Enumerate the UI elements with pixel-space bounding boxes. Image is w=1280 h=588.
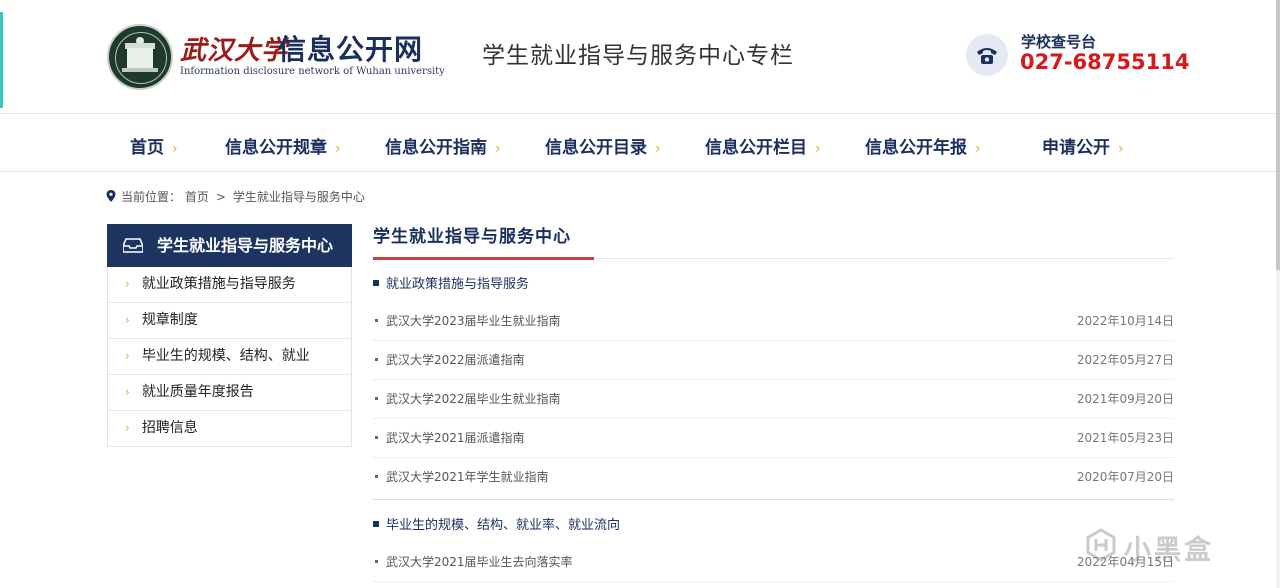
list-item-date: 2020年07月20日	[1076, 470, 1174, 484]
list-item-date: 2022年10月14日	[1076, 314, 1174, 328]
watermark-text: 小黑盒	[1124, 535, 1214, 566]
square-bullet-icon	[373, 280, 379, 286]
chevron-right-icon: ›	[815, 141, 821, 157]
list-item-link[interactable]: 武汉大学2022届毕业生就业指南	[386, 392, 561, 406]
sidebar-item-rules[interactable]: › 规章制度	[108, 302, 351, 338]
list-item: 武汉大学2023届毕业生就业指南 2022年10月14日	[373, 302, 1174, 341]
section-heading: 毕业生的规模、结构、就业率、就业流向	[373, 515, 1174, 537]
list-item-link[interactable]: 武汉大学2022届派遣指南	[386, 353, 525, 367]
location-pin-icon	[106, 190, 116, 202]
nav-item-guide[interactable]: 信息公开指南 ›	[385, 133, 501, 158]
breadcrumb-home-link[interactable]: 首页	[185, 190, 209, 204]
sidebar-item-recruitment[interactable]: › 招聘信息	[108, 410, 351, 446]
page-title-text: 学生就业指导与服务中心	[373, 227, 571, 247]
sidebar-item-label: 招聘信息	[141, 420, 198, 436]
phone-label: 学校查号台	[1021, 33, 1097, 51]
sidebar-title: 学生就业指导与服务中心	[107, 224, 352, 267]
bullet-dot-icon	[375, 319, 378, 322]
bullet-dot-icon	[375, 475, 378, 478]
chevron-right-icon: ›	[335, 141, 341, 157]
nav-item-label: 信息公开年报	[865, 138, 967, 158]
nav-item-label: 申请公开	[1042, 138, 1110, 158]
sidebar-title-text: 学生就业指导与服务中心	[157, 236, 334, 255]
chevron-right-icon: ›	[125, 385, 130, 399]
list-item: 武汉大学2022届毕业生就业指南 2021年09月20日	[373, 380, 1174, 419]
telephone-icon	[966, 34, 1008, 76]
chevron-right-icon: ›	[125, 277, 130, 291]
sidebar-item-label: 就业质量年度报告	[141, 384, 254, 400]
list-item: 武汉大学2021届毕业生去向落实率 2022年04月15日	[373, 543, 1174, 582]
nav-item-label: 信息公开规章	[225, 138, 327, 158]
section-heading: 就业政策措施与指导服务	[373, 274, 1174, 296]
breadcrumb-prefix: 当前位置：	[121, 190, 182, 204]
chevron-right-icon: ›	[172, 141, 178, 157]
bullet-dot-icon	[375, 436, 378, 439]
scrollbar-thumb[interactable]	[1276, 0, 1280, 270]
nav-item-label: 首页	[130, 138, 164, 158]
nav-item-label: 信息公开指南	[385, 138, 487, 158]
section-heading-link[interactable]: 就业政策措施与指导服务	[386, 277, 529, 292]
sidebar: 学生就业指导与服务中心 › 就业政策措施与指导服务 › 规章制度 › 毕业生的规模、结…	[107, 224, 352, 447]
bullet-dot-icon	[375, 358, 378, 361]
chevron-right-icon: ›	[125, 421, 130, 435]
chevron-right-icon: ›	[125, 313, 130, 327]
breadcrumb-current[interactable]: 学生就业指导与服务中心	[233, 190, 365, 204]
nav-item-columns[interactable]: 信息公开栏目 ›	[705, 133, 821, 158]
nav-item-catalog[interactable]: 信息公开目录 ›	[545, 133, 661, 158]
chevron-right-icon: ›	[125, 349, 130, 363]
nav-item-label: 信息公开目录	[545, 138, 647, 158]
sidebar-item-label: 就业政策措施与指导服务	[141, 276, 296, 292]
bullet-dot-icon	[375, 560, 378, 563]
nav-item-regulations[interactable]: 信息公开规章 ›	[225, 133, 341, 158]
site-header: 武汉大学 信息公开网 Information disclosure networ…	[0, 0, 1276, 112]
university-emblem-icon[interactable]	[107, 24, 173, 90]
list-item-date: 2021年09月20日	[1076, 392, 1174, 406]
chevron-right-icon: ›	[655, 141, 661, 157]
nav-item-apply[interactable]: 申请公开 ›	[1042, 133, 1124, 158]
nav-item-home[interactable]: 首页 ›	[130, 133, 178, 158]
list-item-link[interactable]: 武汉大学2023届毕业生就业指南	[386, 314, 561, 328]
chevron-right-icon: ›	[495, 141, 501, 157]
list-item-link[interactable]: 武汉大学2021年学生就业指南	[386, 470, 549, 484]
main-nav: 首页 › 信息公开规章 › 信息公开指南 › 信息公开目录 › 信息公开栏目 › 信息公开…	[0, 113, 1276, 172]
chevron-right-icon: ›	[1118, 141, 1124, 157]
section-heading-link[interactable]: 毕业生的规模、结构、就业率、就业流向	[386, 518, 620, 533]
square-bullet-icon	[373, 521, 379, 527]
inbox-icon	[123, 238, 143, 253]
page-title: 学生就业指导与服务中心	[373, 224, 1174, 260]
sidebar-item-label: 规章制度	[141, 312, 198, 328]
sidebar-item-graduate-stats[interactable]: › 毕业生的规模、结构、就业	[108, 338, 351, 374]
nav-item-annual-report[interactable]: 信息公开年报 ›	[865, 133, 981, 158]
list-item: 武汉大学2021届派遣指南 2021年05月23日	[373, 419, 1174, 458]
sidebar-item-label: 毕业生的规模、结构、就业	[141, 348, 310, 364]
chevron-right-icon: ›	[975, 141, 981, 157]
list-item: 武汉大学2021年学生就业指南 2020年07月20日	[373, 458, 1174, 496]
list-item: 武汉大学2022届派遣指南 2022年05月27日	[373, 341, 1174, 380]
section-divider	[373, 499, 1174, 500]
watermark-logo-icon	[1086, 528, 1116, 562]
sidebar-item-policy[interactable]: › 就业政策措施与指导服务	[108, 267, 351, 302]
sidebar-list: › 就业政策措施与指导服务 › 规章制度 › 毕业生的规模、结构、就业 › 就业质量年度…	[107, 267, 352, 447]
list-item-date: 2021年05月23日	[1076, 431, 1174, 445]
section-policy: 就业政策措施与指导服务 武汉大学2023届毕业生就业指南 2022年10月14日 …	[373, 274, 1174, 496]
site-name-en: Information disclosure network of Wuhan …	[180, 66, 445, 77]
university-name[interactable]: 武汉大学	[180, 30, 288, 67]
page-scrollbar[interactable]	[1276, 0, 1280, 588]
main-content: 学生就业指导与服务中心 就业政策措施与指导服务 武汉大学2023届毕业生就业指南…	[373, 224, 1174, 582]
list-item-link[interactable]: 武汉大学2021届派遣指南	[386, 431, 525, 445]
section-graduate-stats: 毕业生的规模、结构、就业率、就业流向 武汉大学2021届毕业生去向落实率 2022…	[373, 515, 1174, 582]
title-underline	[373, 257, 594, 260]
phone-number: 027-68755114	[1020, 50, 1190, 74]
site-name[interactable]: 信息公开网	[278, 28, 423, 68]
sidebar-item-quality-report[interactable]: › 就业质量年度报告	[108, 374, 351, 410]
bullet-dot-icon	[375, 397, 378, 400]
list-item-date: 2022年05月27日	[1076, 353, 1174, 367]
breadcrumb-separator: >	[215, 190, 226, 204]
list-item-link[interactable]: 武汉大学2021届毕业生去向落实率	[386, 555, 573, 569]
breadcrumb: 当前位置： 首页 > 学生就业指导与服务中心	[106, 188, 365, 205]
column-title: 学生就业指导与服务中心专栏	[482, 43, 794, 69]
nav-item-label: 信息公开栏目	[705, 138, 807, 158]
